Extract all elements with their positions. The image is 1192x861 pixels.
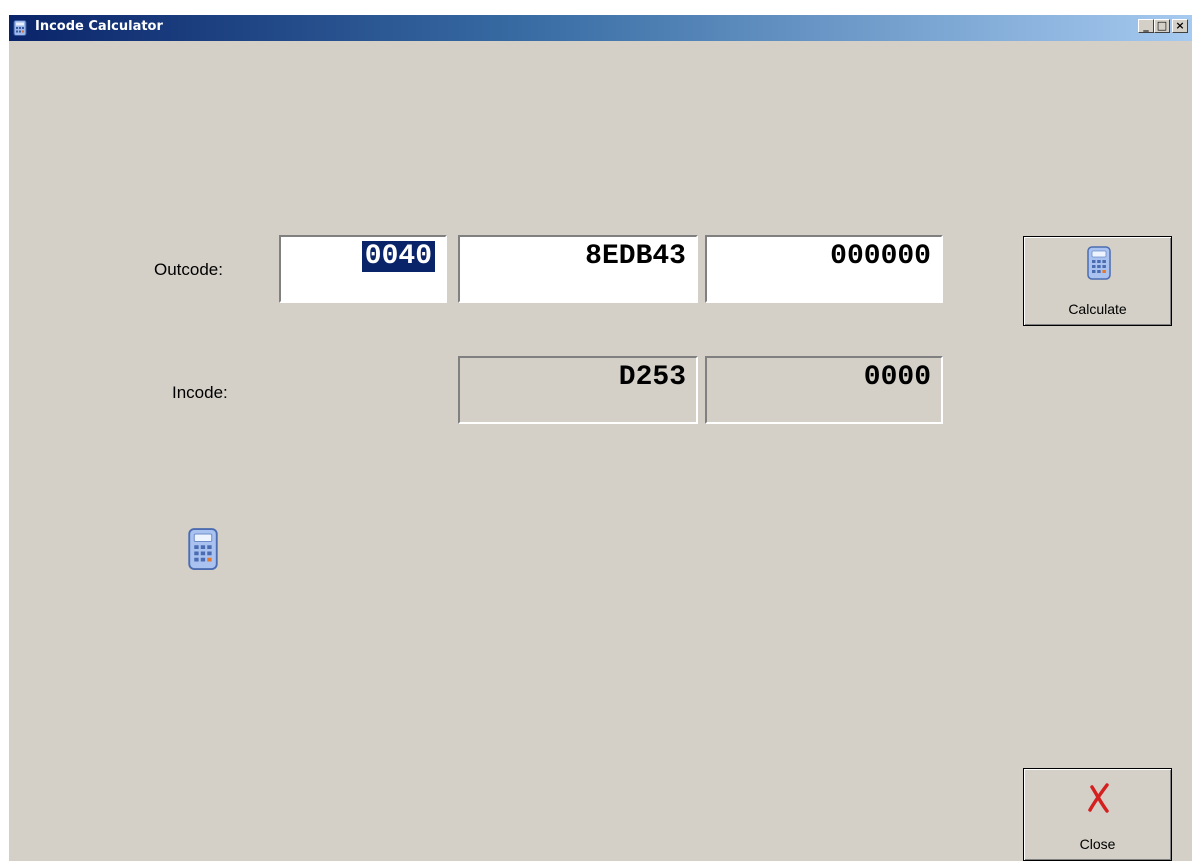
- calculator-icon: [13, 20, 27, 36]
- incode-field-2: 0000: [705, 356, 943, 424]
- calculate-button-label: Calculate: [1068, 301, 1127, 317]
- close-window-button[interactable]: ×: [1172, 19, 1188, 33]
- incode-field-1: D253: [458, 356, 698, 424]
- minimize-button[interactable]: _: [1138, 19, 1154, 33]
- incode-label: Incode:: [172, 383, 228, 402]
- calculator-icon: [1087, 246, 1111, 280]
- maximize-button[interactable]: □: [1154, 19, 1170, 33]
- outcode-label: Outcode:: [154, 260, 223, 279]
- calculator-icon: [188, 528, 218, 570]
- outcode-field-1-value: 0040: [361, 241, 435, 272]
- outcode-field-2[interactable]: 8EDB43: [458, 235, 698, 303]
- red-x-icon: [1088, 783, 1109, 813]
- calculate-button[interactable]: Calculate: [1023, 236, 1172, 326]
- outcode-field-1[interactable]: 0040: [279, 235, 447, 303]
- app-window: Incode Calculator _ □ × Outcode: 0040 8E…: [9, 15, 1192, 861]
- window-title: Incode Calculator: [35, 19, 163, 34]
- close-button[interactable]: Close: [1023, 768, 1172, 861]
- title-bar[interactable]: Incode Calculator _ □ ×: [9, 15, 1192, 41]
- close-button-label: Close: [1079, 836, 1116, 852]
- outcode-field-3[interactable]: 000000: [705, 235, 943, 303]
